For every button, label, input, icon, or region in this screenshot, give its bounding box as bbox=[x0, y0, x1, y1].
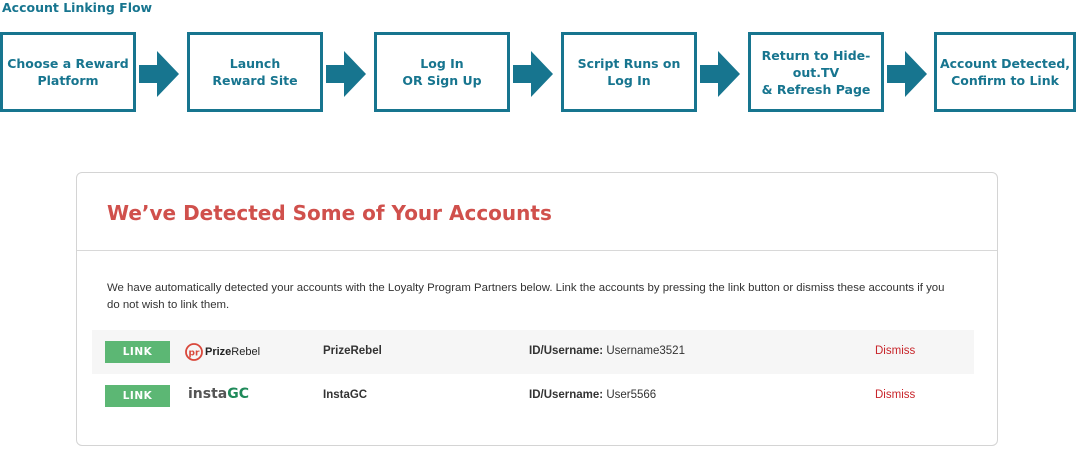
flow-step-choose-platform: Choose a Reward Platform bbox=[0, 32, 136, 112]
arrow-right-icon bbox=[513, 51, 553, 97]
logo-text-gc: GC bbox=[227, 386, 250, 402]
partner-name: PrizeRebel bbox=[323, 345, 382, 357]
flow-step-confirm-link: Account Detected, Confirm to Link bbox=[934, 32, 1076, 112]
id-value: Username3521 bbox=[606, 345, 685, 357]
detected-accounts-card: We’ve Detected Some of Your Accounts We … bbox=[76, 172, 998, 446]
id-value: User5566 bbox=[606, 389, 657, 401]
flow-step-label: Choose a Reward Platform bbox=[7, 56, 129, 88]
divider bbox=[77, 250, 997, 251]
dismiss-link[interactable]: Dismiss bbox=[875, 345, 915, 357]
logo-text-rebel: Rebel bbox=[231, 346, 261, 358]
flow-step-launch-site: Launch Reward Site bbox=[187, 32, 323, 112]
account-row-instagc: LINK instaGC InstaGC ID/Username: User55… bbox=[92, 374, 974, 418]
arrow-right-icon bbox=[887, 51, 927, 97]
dismiss-link[interactable]: Dismiss bbox=[875, 389, 915, 401]
flow-step-label: Account Detected, Confirm to Link bbox=[939, 56, 1071, 88]
instagc-logo: instaGC bbox=[188, 385, 249, 403]
svg-text:pr: pr bbox=[189, 349, 200, 359]
id-username-field: ID/Username: User5566 bbox=[529, 389, 656, 401]
arrow-right-icon bbox=[700, 51, 740, 97]
flow-step-login: Log In OR Sign Up bbox=[374, 32, 510, 112]
arrow-right-icon bbox=[326, 51, 366, 97]
partner-name: InstaGC bbox=[323, 389, 368, 401]
flow-step-label: Return to Hide- out.TV & Refresh Page bbox=[761, 47, 871, 97]
id-label: ID/Username: bbox=[529, 389, 604, 401]
card-description: We have automatically detected your acco… bbox=[107, 282, 945, 311]
id-label: ID/Username: bbox=[529, 345, 604, 357]
prizerebel-logo: pr Prize Rebel bbox=[185, 343, 260, 361]
link-button[interactable]: LINK bbox=[105, 385, 170, 407]
id-username-field: ID/Username: Username3521 bbox=[529, 345, 685, 357]
flow-title: Account Linking Flow bbox=[2, 0, 153, 15]
arrow-right-icon bbox=[139, 51, 179, 97]
logo-text-insta: insta bbox=[188, 386, 228, 402]
flow-step-label: Launch Reward Site bbox=[212, 56, 298, 88]
flow-step-script-runs: Script Runs on Log In bbox=[561, 32, 697, 112]
flow-step-label: Log In OR Sign Up bbox=[402, 56, 482, 88]
flow-step-label: Script Runs on Log In bbox=[577, 56, 681, 88]
prizerebel-logo-icon: pr bbox=[185, 343, 203, 361]
account-row-prizerebel: LINK pr Prize Rebel PrizeRebel ID/Usernam… bbox=[92, 330, 974, 374]
flow-step-return-refresh: Return to Hide- out.TV & Refresh Page bbox=[748, 32, 884, 112]
logo-text-prize: Prize bbox=[205, 346, 232, 358]
card-title: We’ve Detected Some of Your Accounts bbox=[107, 201, 552, 225]
link-button[interactable]: LINK bbox=[105, 341, 170, 363]
